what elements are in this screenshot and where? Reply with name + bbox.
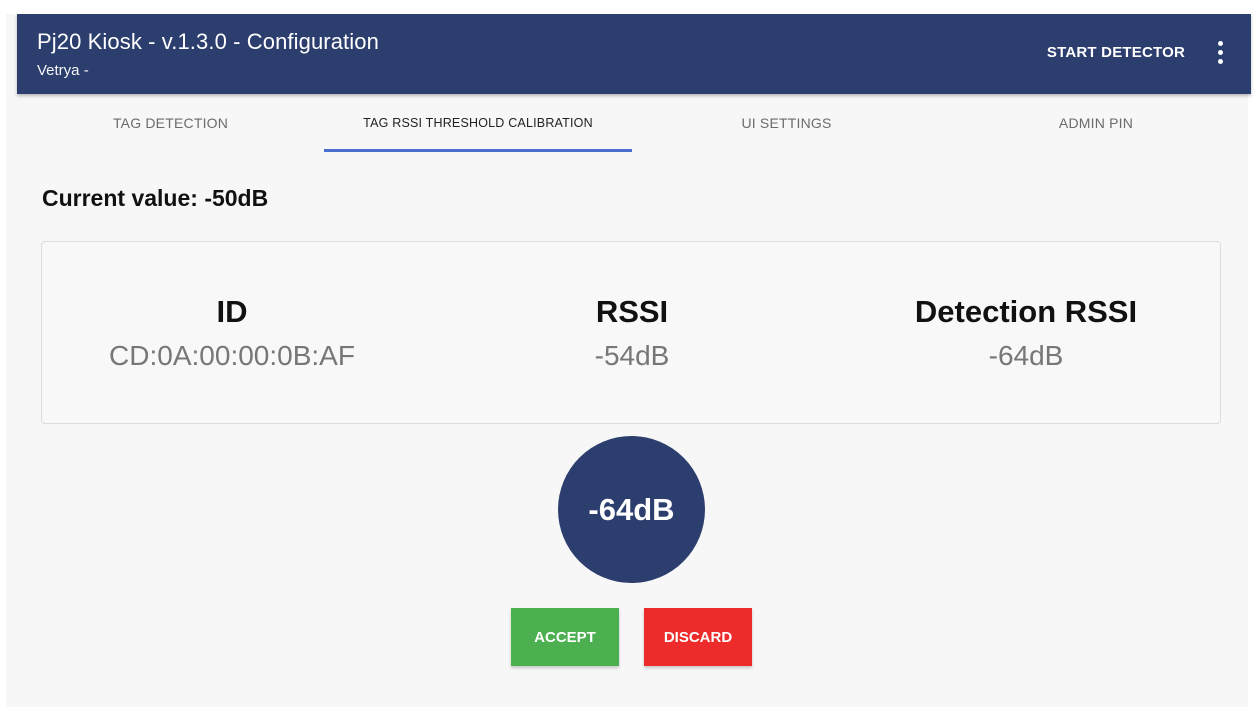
tab-tag-detection[interactable]: TAG DETECTION xyxy=(17,94,324,152)
id-value: CD:0A:00:00:0B:AF xyxy=(109,340,355,371)
app-subtitle: Vetrya - xyxy=(37,62,89,79)
active-tab-indicator xyxy=(324,149,632,152)
discard-button[interactable]: DISCARD xyxy=(644,608,752,666)
rssi-value: -54dB xyxy=(594,340,670,371)
more-vertical-icon[interactable] xyxy=(1215,41,1227,67)
rssi-column: RSSI -54dB xyxy=(442,294,822,372)
tab-bar: TAG DETECTION TAG RSSI THRESHOLD CALIBRA… xyxy=(17,94,1251,152)
current-value-label: Current value: -50dB xyxy=(42,185,269,211)
rssi-header: RSSI xyxy=(595,294,669,329)
readings-card: ID CD:0A:00:00:0B:AF RSSI -54dB Detectio… xyxy=(41,241,1221,424)
tab-tag-rssi-threshold-calibration[interactable]: TAG RSSI THRESHOLD CALIBRATION xyxy=(324,94,632,152)
detection-rssi-column: Detection RSSI -64dB xyxy=(836,294,1216,372)
tab-ui-settings[interactable]: UI SETTINGS xyxy=(632,94,941,152)
threshold-display-circle: -64dB xyxy=(558,436,705,583)
id-column: ID CD:0A:00:00:0B:AF xyxy=(42,294,422,372)
tab-admin-pin[interactable]: ADMIN PIN xyxy=(941,94,1251,152)
accept-button[interactable]: ACCEPT xyxy=(511,608,619,666)
id-header: ID xyxy=(216,294,248,329)
start-detector-button[interactable]: START DETECTOR xyxy=(1047,44,1185,61)
detection-rssi-value: -64dB xyxy=(988,340,1064,371)
app-title: Pj20 Kiosk - v.1.3.0 - Configuration xyxy=(37,29,379,54)
screen: Pj20 Kiosk - v.1.3.0 - Configuration Vet… xyxy=(6,14,1251,707)
app-bar: Pj20 Kiosk - v.1.3.0 - Configuration Vet… xyxy=(17,14,1251,94)
detection-rssi-header: Detection RSSI xyxy=(914,294,1138,329)
